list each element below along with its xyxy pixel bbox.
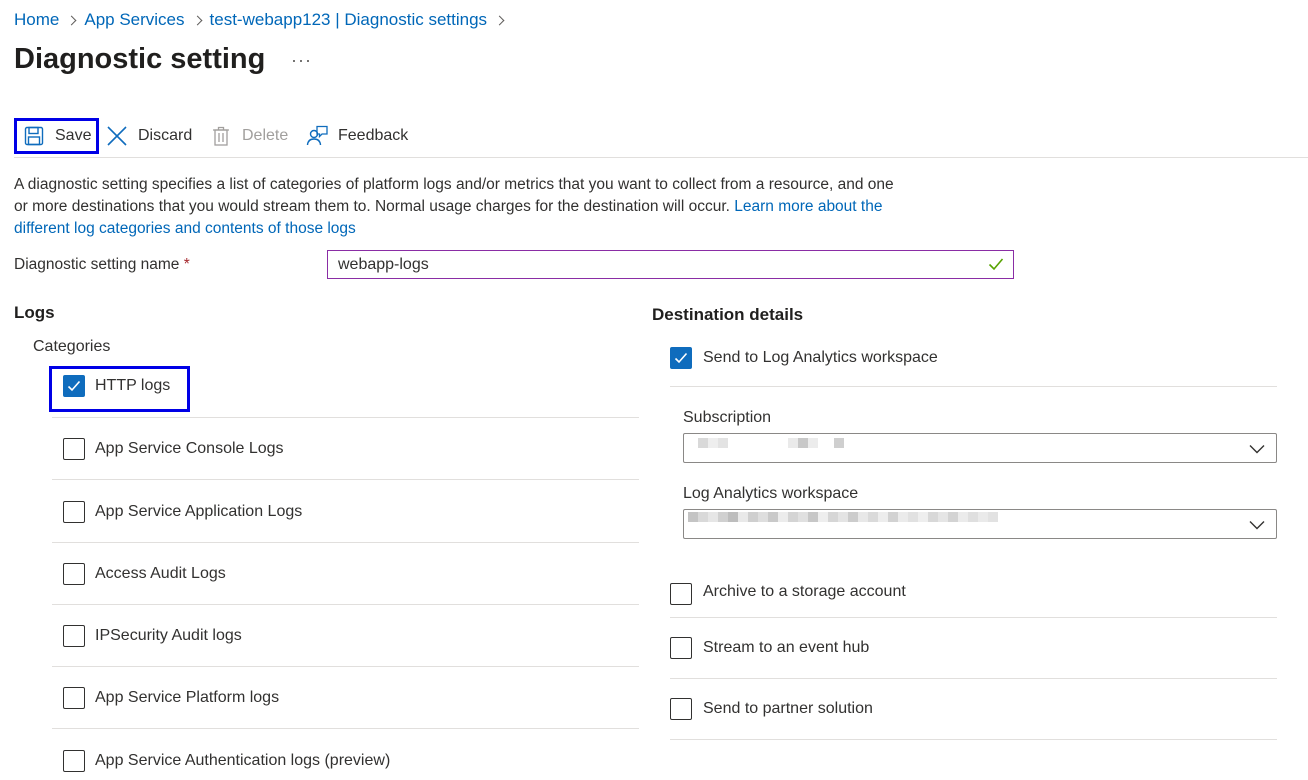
workspace-label: Log Analytics workspace bbox=[683, 485, 859, 502]
workspace-select[interactable] bbox=[683, 509, 1277, 539]
feedback-label: Feedback bbox=[338, 127, 409, 144]
checkbox[interactable] bbox=[63, 562, 85, 585]
breadcrumb-home[interactable]: Home bbox=[14, 10, 59, 30]
checkbox-checked[interactable] bbox=[670, 347, 692, 369]
setting-name-label: Diagnostic setting name * bbox=[14, 256, 190, 274]
save-button[interactable]: Save bbox=[14, 118, 99, 154]
destination-event-hub[interactable]: Stream to an event hub bbox=[670, 618, 1277, 679]
chevron-right-icon bbox=[494, 15, 505, 25]
save-label: Save bbox=[55, 127, 92, 144]
log-category-label: App Service Authentication logs (preview… bbox=[95, 752, 391, 769]
more-options-icon[interactable]: ··· bbox=[291, 50, 312, 71]
log-category-label: Access Audit Logs bbox=[95, 564, 226, 582]
log-category-label: App Service Console Logs bbox=[95, 439, 284, 457]
description-text: A diagnostic setting specifies a list of… bbox=[14, 174, 894, 240]
log-category-label: App Service Application Logs bbox=[95, 502, 303, 520]
log-category-console[interactable]: App Service Console Logs bbox=[52, 418, 639, 480]
destination-archive[interactable]: Archive to a storage account bbox=[670, 578, 1277, 618]
log-category-authentication[interactable]: App Service Authentication logs (preview… bbox=[52, 730, 639, 780]
checkbox[interactable] bbox=[63, 686, 85, 709]
breadcrumb: Home App Services test-webapp123 | Diagn… bbox=[14, 10, 512, 30]
required-asterisk: * bbox=[183, 256, 190, 273]
log-category-label: HTTP logs bbox=[95, 377, 171, 394]
checkbox[interactable] bbox=[670, 583, 692, 605]
page-title: Diagnostic setting bbox=[14, 43, 266, 75]
discard-label: Discard bbox=[138, 127, 193, 144]
redacted-value bbox=[698, 438, 844, 458]
setting-name-value: webapp-logs bbox=[338, 255, 429, 273]
logs-heading: Logs bbox=[14, 303, 55, 322]
checkbox[interactable] bbox=[670, 698, 692, 720]
checkmark-icon bbox=[674, 352, 688, 364]
checkbox[interactable] bbox=[670, 637, 692, 659]
setting-name-input[interactable]: webapp-logs bbox=[327, 250, 1014, 279]
log-category-application[interactable]: App Service Application Logs bbox=[52, 481, 639, 543]
chevron-down-icon bbox=[1249, 441, 1265, 458]
subscription-label: Subscription bbox=[683, 409, 772, 426]
destination-label: Stream to an event hub bbox=[703, 639, 870, 656]
destination-label: Send to partner solution bbox=[703, 700, 873, 717]
delete-button[interactable]: Delete bbox=[210, 118, 288, 154]
log-category-http[interactable]: HTTP logs bbox=[52, 370, 639, 402]
destination-label: Archive to a storage account bbox=[703, 583, 906, 600]
log-category-label: IPSecurity Audit logs bbox=[95, 626, 242, 644]
categories-label: Categories bbox=[33, 338, 111, 355]
save-icon bbox=[23, 125, 45, 147]
trash-icon bbox=[210, 125, 232, 147]
checkbox[interactable] bbox=[63, 624, 85, 647]
checkbox[interactable] bbox=[63, 750, 85, 772]
breadcrumb-app-services[interactable]: App Services bbox=[84, 10, 184, 30]
log-category-access-audit[interactable]: Access Audit Logs bbox=[52, 543, 639, 605]
checkmark-icon bbox=[67, 380, 81, 392]
checkbox[interactable] bbox=[63, 500, 85, 523]
feedback-button[interactable]: Feedback bbox=[306, 118, 408, 154]
log-category-platform[interactable]: App Service Platform logs bbox=[52, 667, 639, 729]
destination-partner[interactable]: Send to partner solution bbox=[670, 679, 1277, 740]
chevron-down-icon bbox=[1249, 517, 1265, 534]
close-icon bbox=[106, 125, 128, 147]
log-category-ipsecurity-audit[interactable]: IPSecurity Audit logs bbox=[52, 605, 639, 667]
subscription-select[interactable] bbox=[683, 433, 1277, 463]
breadcrumb-diagnostic-settings[interactable]: test-webapp123 | Diagnostic settings bbox=[210, 10, 488, 30]
redacted-value bbox=[688, 512, 998, 536]
chevron-right-icon bbox=[66, 15, 77, 25]
checkmark-icon bbox=[988, 257, 1004, 276]
chevron-right-icon bbox=[192, 15, 202, 25]
command-bar: Save Discard Delete Feedback bbox=[14, 118, 1308, 158]
checkbox-checked[interactable] bbox=[63, 375, 85, 397]
delete-label: Delete bbox=[242, 127, 289, 144]
discard-button[interactable]: Discard bbox=[106, 118, 192, 154]
setting-name-label-text: Diagnostic setting name bbox=[14, 256, 180, 273]
feedback-icon bbox=[306, 125, 328, 147]
destination-label: Send to Log Analytics workspace bbox=[703, 349, 938, 366]
checkbox[interactable] bbox=[63, 437, 85, 460]
destination-heading: Destination details bbox=[652, 305, 804, 324]
destination-log-analytics[interactable]: Send to Log Analytics workspace bbox=[670, 347, 1277, 387]
log-category-label: App Service Platform logs bbox=[95, 688, 280, 706]
